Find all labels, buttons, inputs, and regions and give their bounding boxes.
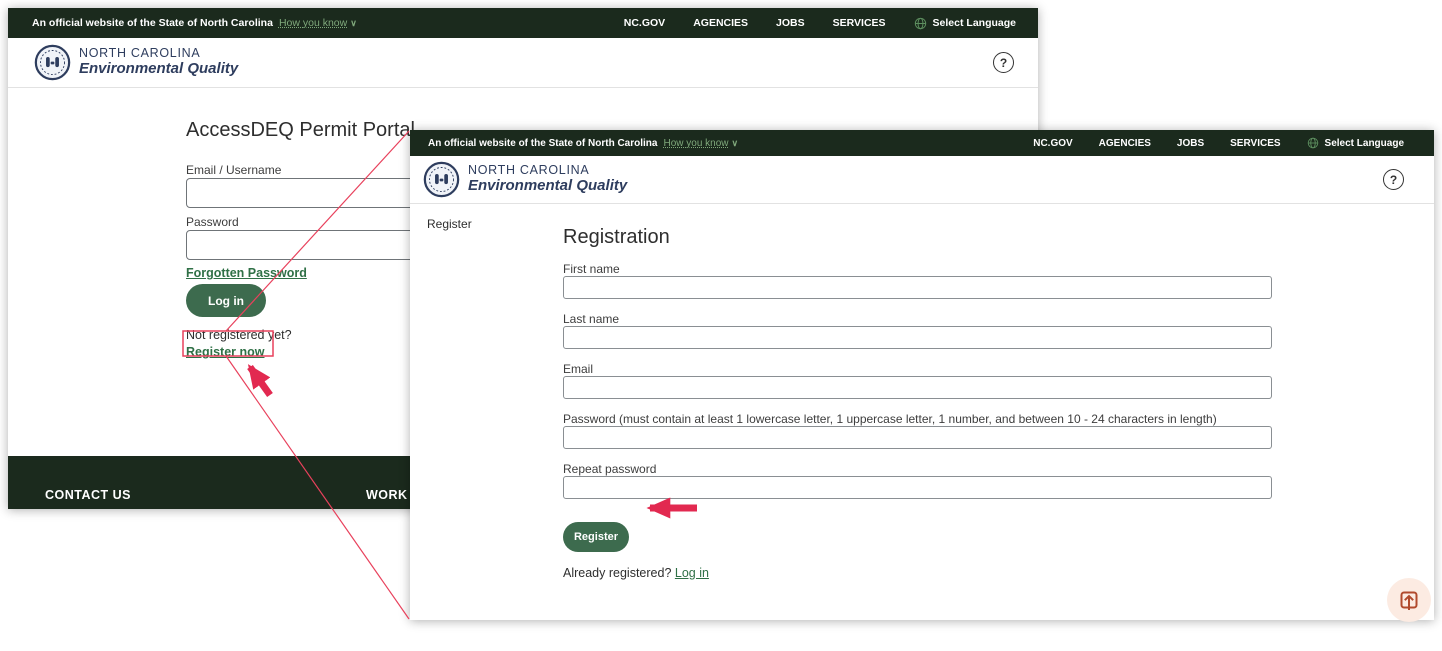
last-name-input[interactable] xyxy=(563,326,1272,349)
login-button[interactable]: Log in xyxy=(186,284,266,317)
globe-icon xyxy=(1307,137,1319,149)
help-glyph: ? xyxy=(1000,56,1007,70)
globe-icon xyxy=(914,17,927,30)
forgotten-password-link[interactable]: Forgotten Password xyxy=(186,266,307,280)
help-icon[interactable]: ? xyxy=(1383,169,1404,190)
official-banner-text: An official website of the State of Nort… xyxy=(32,17,357,29)
password-input[interactable] xyxy=(563,426,1272,449)
registration-main: Register Registration First name Last na… xyxy=(410,204,1434,619)
select-language-label: Select Language xyxy=(933,17,1016,29)
official-banner-bar: An official website of the State of Nort… xyxy=(8,8,1038,38)
select-language-label: Select Language xyxy=(1325,138,1404,149)
already-registered-text: Already registered? Log in xyxy=(563,566,709,580)
breadcrumb[interactable]: Register xyxy=(427,217,472,231)
logo-line1: NORTH CAROLINA xyxy=(79,47,238,61)
box-arrow-up-icon xyxy=(1398,589,1420,611)
logo-wordmark: NORTH CAROLINA Environmental Quality xyxy=(79,47,238,77)
official-banner-text: An official website of the State of Nort… xyxy=(428,138,738,149)
already-registered-label: Already registered? xyxy=(563,566,671,580)
footer-contact-us[interactable]: CONTACT US xyxy=(45,488,131,502)
nc-deq-seal-logo xyxy=(423,161,460,198)
footer-work[interactable]: WORK xyxy=(366,488,408,502)
site-header: NORTH CAROLINA Environmental Quality ? xyxy=(410,156,1434,204)
official-banner-label: An official website of the State of Nort… xyxy=(428,138,657,149)
not-registered-text: Not registered yet? xyxy=(186,328,292,342)
topnav-link-jobs[interactable]: JOBS xyxy=(1177,138,1204,149)
select-language[interactable]: Select Language xyxy=(1307,137,1404,149)
select-language[interactable]: Select Language xyxy=(914,17,1016,30)
topnav-link-agencies[interactable]: AGENCIES xyxy=(693,17,748,29)
how-you-know-link[interactable]: How you know xyxy=(279,17,347,29)
site-header: NORTH CAROLINA Environmental Quality ? xyxy=(8,38,1038,88)
topnav-link-services[interactable]: SERVICES xyxy=(833,17,886,29)
chevron-down-icon: ∨ xyxy=(350,18,357,28)
register-now-link[interactable]: Register now xyxy=(186,345,265,359)
help-glyph: ? xyxy=(1390,173,1397,187)
deq-logo[interactable]: NORTH CAROLINA Environmental Quality xyxy=(423,161,627,198)
first-name-input[interactable] xyxy=(563,276,1272,299)
official-banner-label: An official website of the State of Nort… xyxy=(32,17,273,29)
first-name-label: First name xyxy=(563,262,620,276)
help-icon[interactable]: ? xyxy=(993,52,1014,73)
repeat-password-label: Repeat password xyxy=(563,462,656,476)
password-requirements-label: Password (must contain at least 1 lowerc… xyxy=(563,412,1217,426)
topnav-link-ncgov[interactable]: NC.GOV xyxy=(1033,138,1072,149)
registration-title: Registration xyxy=(563,226,670,249)
login-page-title: AccessDEQ Permit Portal xyxy=(186,119,415,142)
repeat-password-input[interactable] xyxy=(563,476,1272,499)
email-label: Email xyxy=(563,362,593,376)
nc-deq-seal-logo xyxy=(34,44,71,81)
registration-window: An official website of the State of Nort… xyxy=(410,130,1434,620)
logo-line1: NORTH CAROLINA xyxy=(468,164,627,178)
log-in-link[interactable]: Log in xyxy=(675,566,709,580)
official-banner-bar: An official website of the State of Nort… xyxy=(410,130,1434,156)
topnav-link-ncgov[interactable]: NC.GOV xyxy=(624,17,665,29)
top-nav: NC.GOV AGENCIES JOBS SERVICES Select Lan… xyxy=(624,17,1016,30)
logo-line2: Environmental Quality xyxy=(468,178,627,195)
top-nav: NC.GOV AGENCIES JOBS SERVICES Select Lan… xyxy=(1033,137,1404,149)
logo-wordmark: NORTH CAROLINA Environmental Quality xyxy=(468,164,627,194)
chevron-down-icon: ∨ xyxy=(732,138,739,148)
feedback-button[interactable] xyxy=(1387,578,1431,622)
deq-logo[interactable]: NORTH CAROLINA Environmental Quality xyxy=(34,44,238,81)
topnav-link-jobs[interactable]: JOBS xyxy=(776,17,805,29)
logo-line2: Environmental Quality xyxy=(79,61,238,78)
how-you-know-link[interactable]: How you know xyxy=(663,138,728,149)
email-username-label: Email / Username xyxy=(186,163,281,177)
topnav-link-agencies[interactable]: AGENCIES xyxy=(1099,138,1151,149)
register-button[interactable]: Register xyxy=(563,522,629,552)
email-input[interactable] xyxy=(563,376,1272,399)
password-label: Password xyxy=(186,215,239,229)
topnav-link-services[interactable]: SERVICES xyxy=(1230,138,1280,149)
last-name-label: Last name xyxy=(563,312,619,326)
